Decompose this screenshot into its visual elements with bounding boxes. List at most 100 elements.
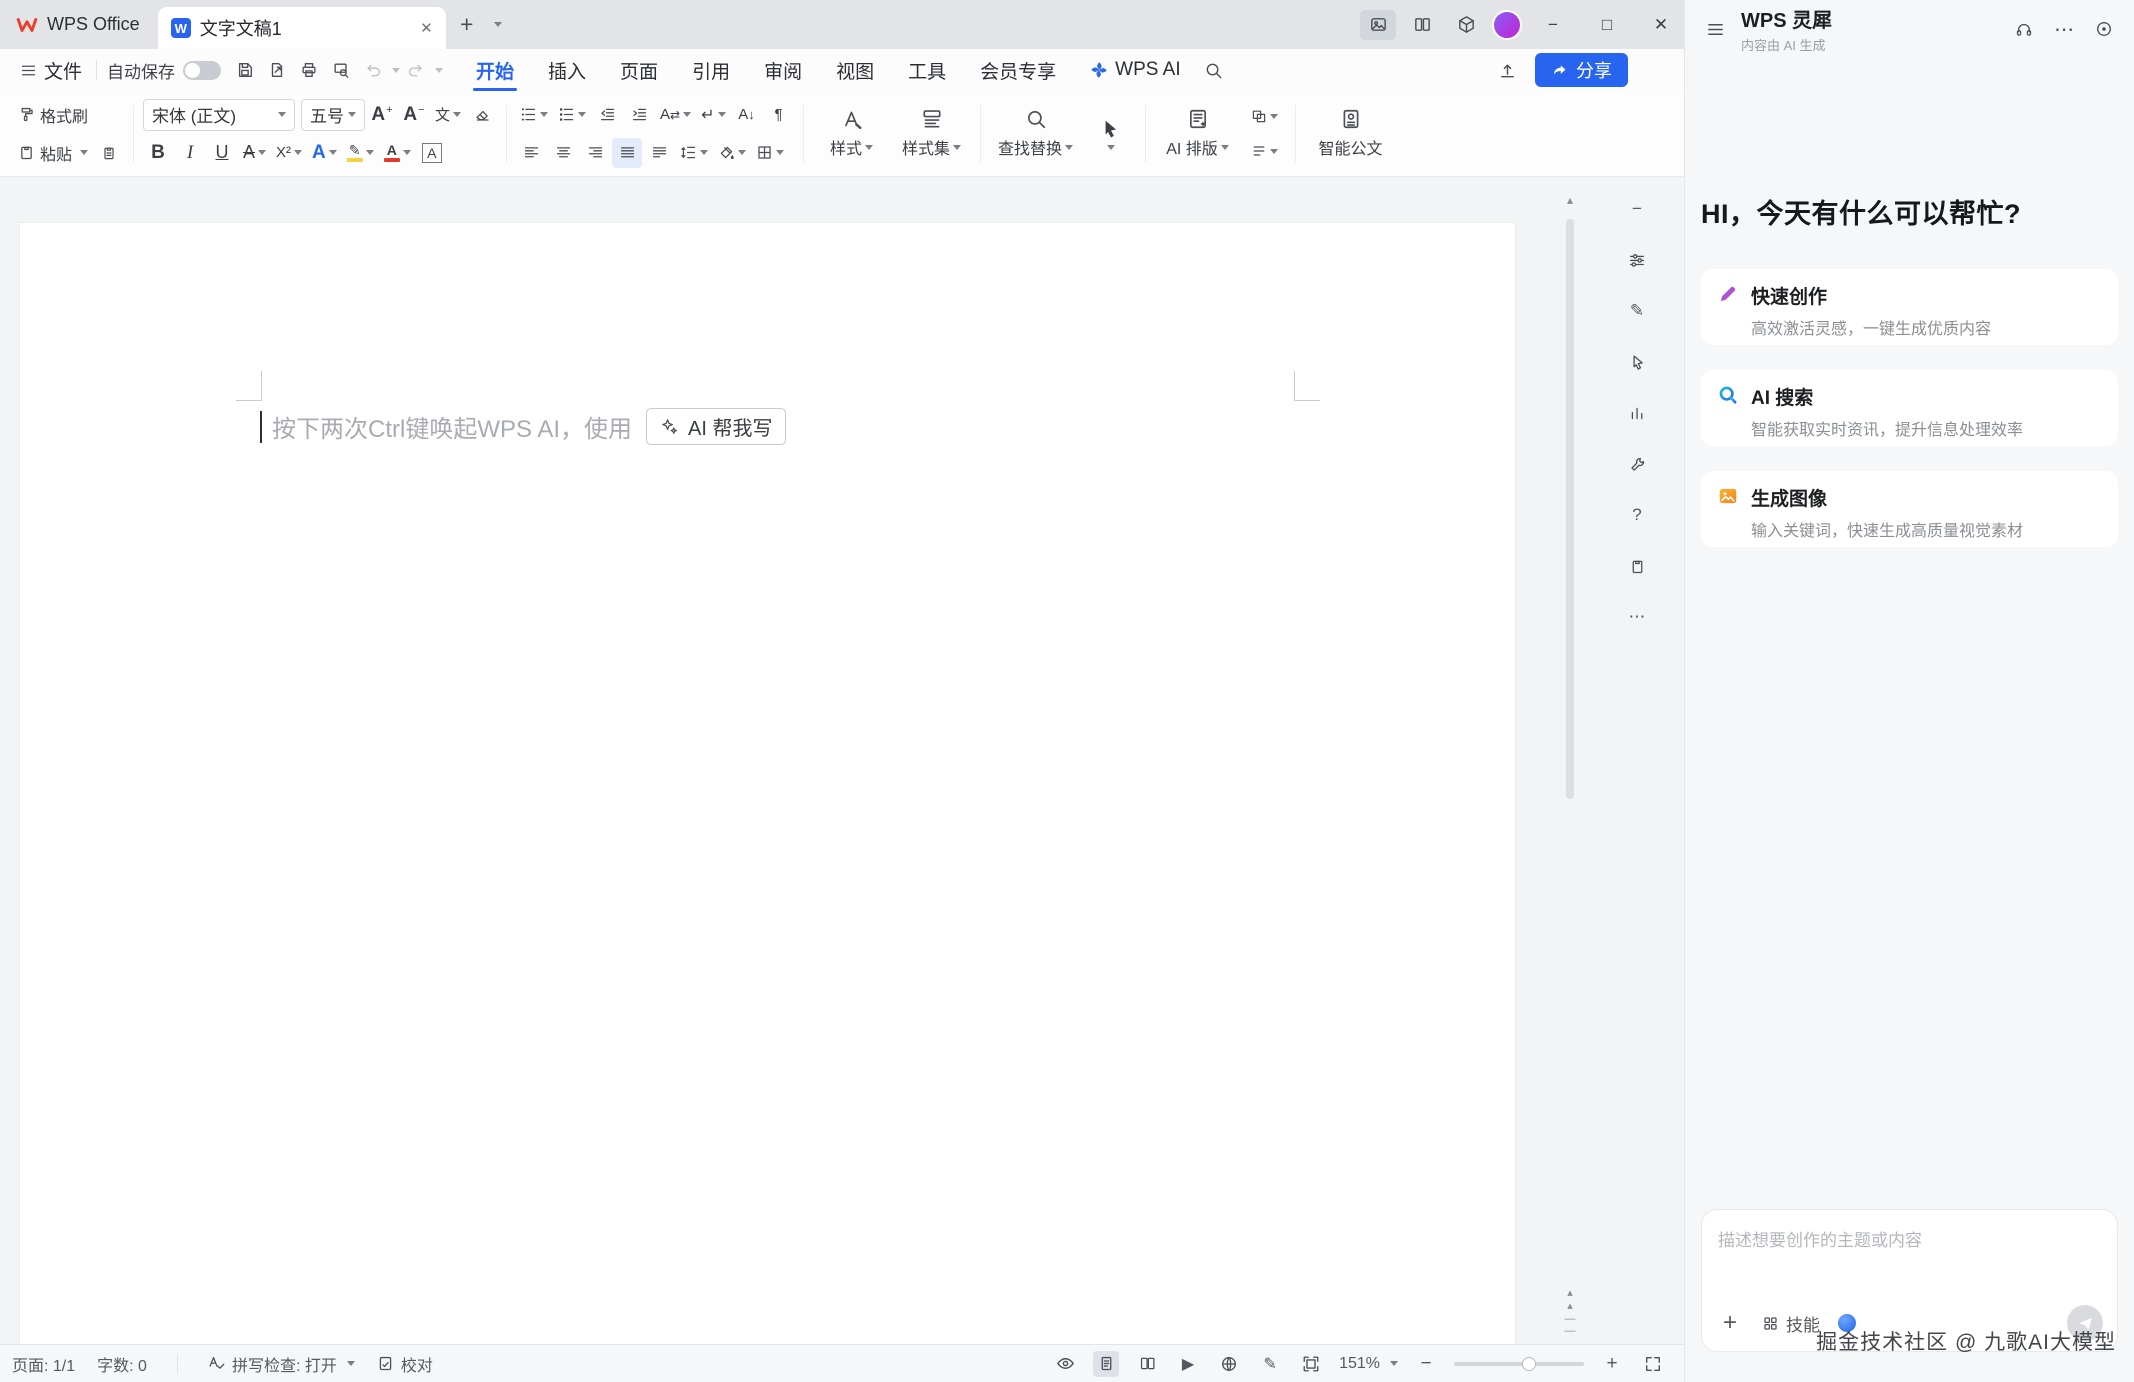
ink-pen-button[interactable]: ✎ bbox=[1257, 1351, 1283, 1377]
screenshot-tool-button[interactable] bbox=[1360, 10, 1396, 40]
decrease-font-button[interactable]: A− bbox=[399, 100, 429, 130]
maximize-button[interactable]: □ bbox=[1584, 0, 1630, 49]
help-button[interactable]: ? bbox=[1621, 499, 1653, 531]
char-scale-button[interactable]: A⇄ bbox=[656, 100, 695, 130]
style-set-button[interactable]: 样式集 bbox=[893, 108, 971, 159]
page-indicator[interactable]: 页面: 1/1 bbox=[12, 1352, 75, 1376]
adjust-settings-button[interactable] bbox=[1621, 244, 1653, 276]
zoom-level[interactable]: 151% bbox=[1339, 1355, 1398, 1373]
ribbon-tab-reference[interactable]: 引用 bbox=[675, 49, 747, 91]
prompt-input[interactable] bbox=[1702, 1210, 2117, 1284]
sort-button[interactable]: A↓ bbox=[732, 100, 762, 130]
tab-close-icon[interactable]: ✕ bbox=[420, 19, 433, 37]
find-replace-button[interactable]: 查找替换 bbox=[990, 108, 1082, 159]
line-spacing-button[interactable] bbox=[676, 138, 712, 168]
multi-page-view-button[interactable] bbox=[1134, 1351, 1160, 1377]
smart-doc-button[interactable]: 智能公文 bbox=[1305, 108, 1397, 159]
char-border-button[interactable]: A bbox=[417, 138, 447, 168]
select-tool-button[interactable] bbox=[1084, 118, 1136, 150]
align-left-button[interactable] bbox=[516, 138, 546, 168]
paste-special-button[interactable] bbox=[94, 138, 124, 168]
ribbon-tab-page[interactable]: 页面 bbox=[603, 49, 675, 91]
add-attachment-button[interactable]: + bbox=[1716, 1309, 1744, 1337]
superscript-button[interactable]: X² bbox=[272, 138, 306, 168]
card-ai-search[interactable]: AI 搜索 智能获取实时资讯，提升信息处理效率 bbox=[1701, 370, 2118, 446]
ribbon-tab-insert[interactable]: 插入 bbox=[531, 49, 603, 91]
pinyin-guide-button[interactable]: 文 bbox=[431, 100, 465, 130]
proofread-button[interactable]: 校对 bbox=[377, 1352, 433, 1376]
ribbon-tab-review[interactable]: 审阅 bbox=[747, 49, 819, 91]
ribbon-tab-member[interactable]: 会员专享 bbox=[963, 49, 1073, 91]
app-center-button[interactable] bbox=[1448, 10, 1484, 40]
read-mode-button[interactable] bbox=[1621, 397, 1653, 429]
decrease-indent-button[interactable] bbox=[592, 100, 622, 130]
web-view-button[interactable] bbox=[1216, 1351, 1242, 1377]
tab-list-button[interactable] bbox=[482, 10, 512, 40]
zoom-out-button[interactable]: − bbox=[1413, 1351, 1439, 1377]
more-options-button[interactable]: ⋯ bbox=[2048, 13, 2080, 45]
text-effect-button[interactable]: A bbox=[308, 138, 341, 168]
word-count[interactable]: 字数: 0 bbox=[97, 1352, 147, 1376]
panel-menu-button[interactable] bbox=[1699, 13, 1731, 45]
fit-page-button[interactable] bbox=[1298, 1351, 1324, 1377]
more-tools-button[interactable]: ⋯ bbox=[1621, 601, 1653, 633]
print-button[interactable] bbox=[293, 54, 325, 86]
vertical-scrollbar[interactable]: ▴ ▴▴—— bbox=[1562, 177, 1578, 1344]
highlight-button[interactable]: ✎ bbox=[343, 138, 378, 168]
border-button[interactable] bbox=[752, 138, 788, 168]
user-avatar[interactable] bbox=[1492, 10, 1522, 40]
share-button[interactable]: 分享 bbox=[1535, 53, 1628, 87]
eye-protect-button[interactable] bbox=[1052, 1351, 1078, 1377]
undo-button[interactable] bbox=[357, 54, 389, 86]
ribbon-tab-home[interactable]: 开始 bbox=[459, 49, 531, 91]
italic-button[interactable]: I bbox=[175, 138, 205, 168]
undo-history-chevron-icon[interactable] bbox=[392, 68, 400, 73]
print-preview-button[interactable] bbox=[325, 54, 357, 86]
paste-button[interactable]: 粘贴 bbox=[14, 138, 92, 168]
ai-write-button[interactable]: AI 帮我写 bbox=[646, 408, 786, 445]
spellcheck-status[interactable]: 拼写检查: 打开 bbox=[208, 1352, 355, 1376]
text-direction-button[interactable] bbox=[1247, 136, 1282, 166]
scroll-page-buttons[interactable]: ▴▴—— bbox=[1562, 1287, 1578, 1338]
tools-button[interactable] bbox=[1621, 448, 1653, 480]
new-tab-button[interactable]: + bbox=[452, 10, 482, 40]
increase-indent-button[interactable] bbox=[624, 100, 654, 130]
document-tab[interactable]: W 文字文稿1 ✕ bbox=[158, 7, 446, 49]
document-canvas[interactable]: 按下两次Ctrl键唤起WPS AI，使用 AI 帮我写 bbox=[0, 177, 1556, 1344]
paragraph-mark-button[interactable]: ¶ bbox=[764, 100, 794, 130]
zoom-slider-thumb[interactable] bbox=[1522, 1357, 1536, 1371]
float-window-button[interactable] bbox=[2088, 13, 2120, 45]
card-quick-create[interactable]: 快速创作 高效激活灵感，一键生成优质内容 bbox=[1701, 269, 2118, 345]
ai-layout-button[interactable]: AI 排版 bbox=[1155, 108, 1241, 159]
cloud-upload-button[interactable] bbox=[1491, 54, 1523, 86]
shading-button[interactable] bbox=[714, 138, 750, 168]
object-arrange-button[interactable] bbox=[1247, 101, 1282, 131]
bold-button[interactable]: B bbox=[143, 138, 173, 168]
page-view-button[interactable] bbox=[1093, 1351, 1119, 1377]
file-menu[interactable]: 文件 bbox=[14, 57, 88, 84]
autosave-toggle[interactable] bbox=[183, 61, 221, 80]
search-button[interactable] bbox=[1198, 54, 1230, 86]
minimize-button[interactable]: − bbox=[1530, 0, 1576, 49]
clipboard-panel-button[interactable] bbox=[1621, 550, 1653, 582]
align-right-button[interactable] bbox=[580, 138, 610, 168]
export-button[interactable] bbox=[261, 54, 293, 86]
bullet-list-button[interactable] bbox=[516, 100, 552, 130]
card-generate-image[interactable]: 生成图像 输入关键词，快速生成高质量视觉素材 bbox=[1701, 471, 2118, 547]
clear-format-button[interactable] bbox=[467, 100, 497, 130]
annotate-pen-button[interactable]: ✎ bbox=[1621, 295, 1653, 327]
increase-font-button[interactable]: A+ bbox=[367, 100, 397, 130]
redo-button[interactable] bbox=[400, 54, 432, 86]
slideshow-button[interactable]: ▶ bbox=[1175, 1351, 1201, 1377]
underline-button[interactable]: U bbox=[207, 138, 237, 168]
service-headset-button[interactable] bbox=[2008, 13, 2040, 45]
document-page[interactable]: 按下两次Ctrl键唤起WPS AI，使用 AI 帮我写 bbox=[19, 222, 1516, 1344]
line-break-button[interactable]: ↵ bbox=[697, 100, 729, 130]
scrollbar-thumb[interactable] bbox=[1566, 219, 1574, 799]
ribbon-tab-view[interactable]: 视图 bbox=[819, 49, 891, 91]
zoom-in-button[interactable]: + bbox=[1599, 1351, 1625, 1377]
scroll-up-icon[interactable]: ▴ bbox=[1562, 193, 1578, 207]
align-justify-button[interactable] bbox=[612, 138, 642, 168]
split-screen-button[interactable] bbox=[1404, 10, 1440, 40]
skills-button[interactable]: 技能 bbox=[1762, 1311, 1820, 1336]
